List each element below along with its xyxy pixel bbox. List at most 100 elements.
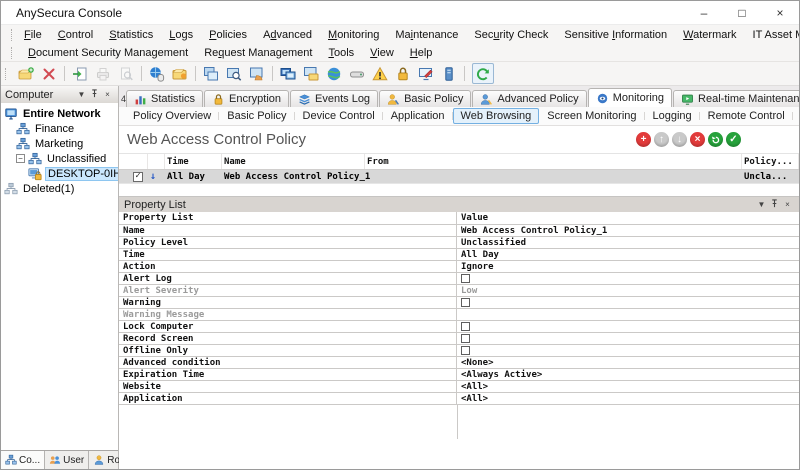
property-row-warning[interactable]: Warning (119, 297, 799, 309)
property-row-offline-only[interactable]: Offline Only (119, 345, 799, 357)
toolbar-globe-button[interactable] (323, 63, 345, 84)
property-row-time[interactable]: Time All Day (119, 249, 799, 261)
property-row-warning-message[interactable]: Warning Message (119, 309, 799, 321)
property-row-policy-level[interactable]: Policy Level Unclassified (119, 237, 799, 249)
policy-row-checkbox-cell: ✓ (131, 170, 148, 183)
property-row-expiration-time[interactable]: Expiration Time <Always Active> (119, 369, 799, 381)
property-checkbox[interactable] (461, 298, 470, 307)
tab-advanced-policy[interactable]: Advanced Policy (472, 90, 587, 107)
toolbar-window-folder-button[interactable] (300, 63, 322, 84)
panel-pin-icon[interactable] (768, 199, 781, 210)
panel-menu-icon[interactable]: ▼ (755, 200, 768, 209)
tree-item-entire-network[interactable]: Entire Network (1, 106, 118, 121)
menu-sensitive-information[interactable]: Sensitive Information (556, 27, 675, 43)
tab-encryption[interactable]: Encryption (204, 90, 290, 107)
toolbar-drive-button[interactable] (346, 63, 368, 84)
apply-button[interactable]: ✓ (726, 132, 741, 147)
property-row-alert-log[interactable]: Alert Log (119, 273, 799, 285)
subtab-remote-control[interactable]: Remote Control (700, 108, 793, 124)
property-row-application[interactable]: Application <All> (119, 393, 799, 405)
menu-maintenance[interactable]: Maintenance (387, 27, 466, 43)
toolbar-monitor-pen-button[interactable] (415, 63, 437, 84)
menu-help[interactable]: Help (402, 45, 441, 61)
property-row-advanced-condition[interactable]: Advanced condition <None> (119, 357, 799, 369)
menu-tools[interactable]: Tools (320, 45, 362, 61)
menu-document-security-management[interactable]: Document Security Management (20, 45, 196, 61)
menu-security-check[interactable]: Security Check (466, 27, 556, 43)
undo-button[interactable] (708, 132, 723, 147)
menu-request-management[interactable]: Request Management (196, 45, 320, 61)
toolbar-computers-button[interactable] (277, 63, 299, 84)
tab-basic-policy[interactable]: Basic Policy (379, 90, 472, 107)
menu-watermark[interactable]: Watermark (675, 27, 744, 43)
menu-policies[interactable]: Policies (201, 27, 255, 43)
property-value: Ignore (461, 261, 494, 272)
toolbar-export-doc-button[interactable] (69, 63, 91, 84)
policy-row[interactable]: ✓ ↓ All Day Web Access Control Policy_1 Uncl… (119, 170, 799, 184)
tab-real-time-maintenance[interactable]: Real-time Maintenance (673, 90, 799, 107)
tab-events-log[interactable]: Events Log (290, 90, 379, 107)
property-row-lock-computer[interactable]: Lock Computer (119, 321, 799, 333)
property-row-record-screen[interactable]: Record Screen (119, 333, 799, 345)
toolbar-globe-mouse-button[interactable] (146, 63, 168, 84)
property-row-website[interactable]: Website <All> (119, 381, 799, 393)
menu-statistics[interactable]: Statistics (101, 27, 161, 43)
property-row-action[interactable]: Action Ignore (119, 261, 799, 273)
tree-item-finance[interactable]: Finance (1, 121, 118, 136)
policy-row-checkbox[interactable]: ✓ (133, 171, 143, 182)
toolbar-window-search-button[interactable] (223, 63, 245, 84)
menu-control[interactable]: Control (50, 27, 101, 43)
subtab-application[interactable]: Application (383, 108, 453, 124)
menu-monitoring[interactable]: Monitoring (320, 27, 387, 43)
tree-expander-icon[interactable]: − (16, 154, 25, 163)
menu-file[interactable]: File (16, 27, 50, 43)
tab-statistics[interactable]: Statistics (126, 90, 204, 107)
subtab-logging[interactable]: Logging (645, 108, 700, 124)
panel-close-icon[interactable]: × (101, 90, 114, 99)
menu-it-asset-management[interactable]: IT Asset Management (745, 27, 799, 43)
property-checkbox[interactable] (461, 322, 470, 331)
property-checkbox[interactable] (461, 346, 470, 355)
toolbar-print-button[interactable] (92, 63, 114, 84)
tree-item-deleted-1[interactable]: Deleted(1) (1, 181, 118, 196)
tree-item-desktop-0ih81nc[interactable]: DESKTOP-0IH81NC (1, 166, 118, 181)
panel-pin-icon[interactable] (88, 89, 101, 100)
delete-button[interactable]: × (690, 132, 705, 147)
toolbar-open-folder-new-button[interactable] (15, 63, 37, 84)
toolbar-server-button[interactable] (438, 63, 460, 84)
add-button[interactable]: + (636, 132, 651, 147)
property-checkbox[interactable] (461, 334, 470, 343)
panel-close-icon[interactable]: × (781, 200, 794, 209)
sidebar-tab-co[interactable]: Co... (1, 451, 46, 469)
subtab-web-browsing[interactable]: Web Browsing (452, 108, 540, 124)
menu-logs[interactable]: Logs (161, 27, 201, 43)
tab-monitoring[interactable]: Monitoring (587, 88, 673, 107)
toolbar-refresh-button[interactable] (472, 63, 494, 84)
toolbar-user-folder-button[interactable] (169, 63, 191, 84)
subtab-screen-monitoring[interactable]: Screen Monitoring (539, 108, 645, 124)
menu-view[interactable]: View (362, 45, 402, 61)
subtab-policy-overview[interactable]: Policy Overview (125, 108, 220, 124)
tree-item-unclassified[interactable]: − Unclassified (1, 151, 118, 166)
property-row-name[interactable]: Name Web Access Control Policy_1 (119, 225, 799, 237)
panel-menu-icon[interactable]: ▼ (75, 90, 88, 99)
close-button[interactable]: × (761, 1, 799, 24)
minimize-button[interactable]: – (685, 1, 723, 24)
sidebar-tab-user[interactable]: User (45, 451, 90, 469)
property-checkbox[interactable] (461, 274, 470, 283)
toolbar-window-hand-button[interactable] (246, 63, 268, 84)
tree-item-marketing[interactable]: Marketing (1, 136, 118, 151)
subtab-custom-configuration[interactable]: Custom Configuration (793, 108, 799, 124)
maximize-button[interactable]: □ (723, 1, 761, 24)
move-down-button[interactable]: ↓ (672, 132, 687, 147)
subtab-basic-policy[interactable]: Basic Policy (219, 108, 295, 124)
move-up-button[interactable]: ↑ (654, 132, 669, 147)
toolbar-windows-cascade-button[interactable] (200, 63, 222, 84)
property-row-alert-severity[interactable]: Alert Severity Low (119, 285, 799, 297)
subtab-device-control[interactable]: Device Control (295, 108, 383, 124)
toolbar-alert-warning-button[interactable] (369, 63, 391, 84)
menu-advanced[interactable]: Advanced (255, 27, 320, 43)
toolbar-lock-button[interactable] (392, 63, 414, 84)
toolbar-print-preview-button[interactable] (115, 63, 137, 84)
toolbar-delete-x-button[interactable] (38, 63, 60, 84)
